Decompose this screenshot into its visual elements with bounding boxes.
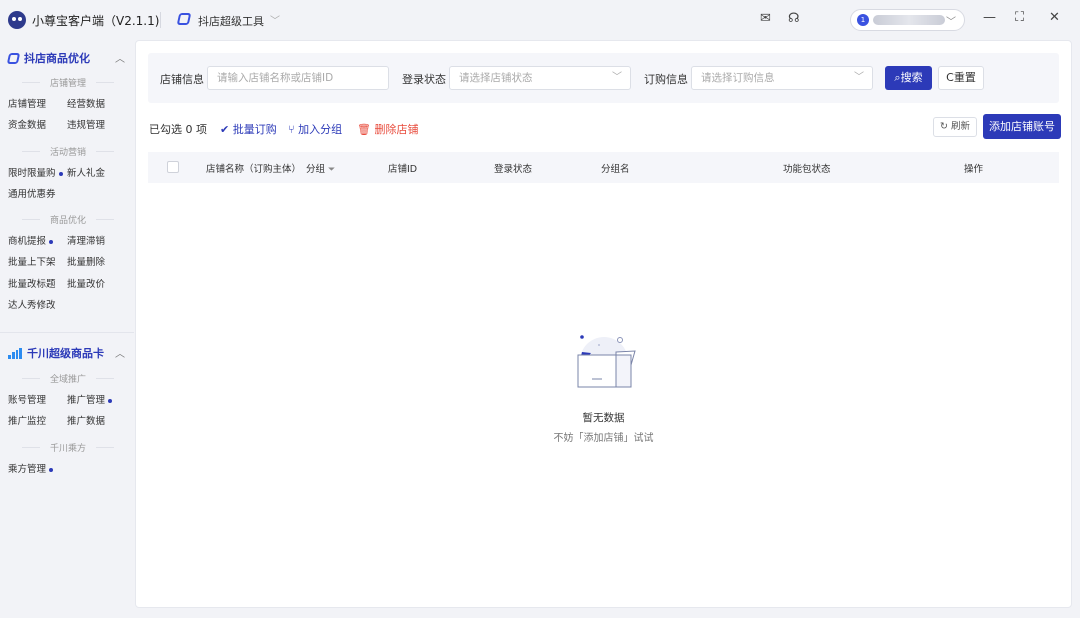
refresh-icon: ↻ [939, 121, 948, 132]
order-info-label: 订购信息 [644, 73, 688, 86]
new-dot [49, 467, 54, 472]
new-dot [58, 171, 63, 176]
nav-item-promo-data[interactable]: 推广数据 [67, 413, 105, 427]
empty-box-illustration [577, 335, 636, 388]
app-title: 小尊宝客户端（V2.1.1) [32, 14, 160, 28]
delete-shop-button[interactable]: 🗑 删除店铺 [357, 121, 418, 137]
chevron-down-icon[interactable]: ﹀ [270, 12, 280, 27]
section-title: 千川超级商品卡 [27, 347, 104, 360]
nav-item-bulk-title[interactable]: 批量改标题 [8, 276, 56, 290]
nav-item-violation[interactable]: 违规管理 [67, 117, 105, 131]
reset-button[interactable]: C重置 [938, 66, 984, 90]
empty-state-title: 暂无数据 [582, 412, 625, 424]
divider [160, 12, 161, 28]
nav-item-bulk-delete[interactable]: 批量删除 [67, 254, 105, 268]
trash-icon: 🗑 [357, 123, 371, 136]
reset-icon: C [946, 71, 954, 84]
new-dot [49, 239, 54, 244]
bar-chart-icon [8, 347, 22, 359]
nav-item-promo-manage[interactable]: 推广管理 [67, 392, 113, 406]
selected-count: 已勾选 0 项 [149, 123, 207, 136]
user-menu[interactable]: 1 ﹀ [850, 9, 965, 31]
nav-item-chengfang-manage[interactable]: 乘方管理 [8, 461, 54, 475]
headset-icon[interactable]: ☊ [788, 11, 800, 26]
nav-item-bulk-price[interactable]: 批量改价 [67, 276, 105, 290]
mail-icon[interactable]: ✉ [760, 11, 771, 26]
nav-item-clear-slow[interactable]: 清理滞销 [67, 233, 105, 247]
section-title: 抖店商品优化 [24, 52, 90, 65]
column-package-status: 功能包状态 [783, 164, 831, 175]
chevron-up-icon[interactable]: ︿ [115, 50, 125, 65]
chevron-down-icon: ﹀ [854, 72, 864, 83]
nav-item-talent-show[interactable]: 达人秀修改 [8, 297, 56, 311]
tool-selector[interactable]: 抖店超级工具 [198, 13, 264, 29]
group-label: 店铺管理 [22, 76, 114, 89]
maximize-button[interactable]: ⛶ [1015, 10, 1024, 25]
nav-item-newcomer-gift[interactable]: 新人礼金 [67, 165, 105, 179]
main-panel: 店铺信息 请输入店铺名称或店铺ID 登录状态 请选择店铺状态 ﹀ 订购信息 请选… [135, 40, 1072, 608]
add-shop-account-button[interactable]: 添加店铺账号 [983, 114, 1061, 139]
chevron-up-icon[interactable]: ︿ [115, 345, 125, 360]
group-label: 千川乘方 [22, 441, 114, 454]
select-placeholder: 请选择店铺状态 [459, 72, 533, 84]
shop-info-label: 店铺信息 [160, 73, 204, 86]
nav-item-shop-manage[interactable]: 店铺管理 [8, 96, 46, 110]
divider [0, 332, 134, 333]
column-actions: 操作 [964, 164, 984, 175]
nav-item-flash-sale[interactable]: 限时限量购 [8, 165, 63, 179]
new-dot [108, 398, 113, 403]
minimize-button[interactable]: — [983, 10, 996, 25]
table-header: 店铺名称（订购主体） 分组 ⏷ 店铺ID 登录状态 分组名 功能包状态 操作 [148, 152, 1059, 183]
empty-state-subtitle: 不妨「添加店铺」试试 [553, 433, 654, 444]
tool-icon [176, 13, 192, 25]
group-label: 全域推广 [22, 372, 114, 385]
group-label: 活动营销 [22, 145, 114, 158]
section-doudian-optimize[interactable]: 抖店商品优化 [6, 50, 90, 66]
check-icon: ✔ [220, 123, 230, 136]
filter-bar: 店铺信息 请输入店铺名称或店铺ID 登录状态 请选择店铺状态 ﹀ 订购信息 请选… [148, 53, 1059, 103]
nav-item-fund-data[interactable]: 资金数据 [8, 117, 46, 131]
search-button[interactable]: ⌕搜索 [885, 66, 932, 90]
login-status-select[interactable]: 请选择店铺状态 ﹀ [449, 66, 631, 90]
column-group[interactable]: 分组 ⏷ [306, 161, 335, 175]
nav-item-coupon[interactable]: 通用优惠券 [8, 186, 56, 200]
title-bar: 小尊宝客户端（V2.1.1) 抖店超级工具 ﹀ ✉ ☊ 1 ﹀ — ⛶ ✕ [0, 0, 1080, 40]
chevron-down-icon: ﹀ [946, 17, 956, 28]
shop-search-input[interactable]: 请输入店铺名称或店铺ID [207, 66, 389, 90]
avatar: 1 [857, 14, 869, 26]
column-group-name: 分组名 [601, 164, 630, 175]
branch-icon: ⑂ [288, 123, 295, 136]
section-qianchuan-card[interactable]: 千川超级商品卡 [8, 345, 104, 361]
bulk-order-button[interactable]: ✔ 批量订购 [220, 121, 277, 137]
select-all-checkbox[interactable] [167, 161, 179, 173]
sidebar: 抖店商品优化 ︿ 店铺管理 店铺管理 经营数据 资金数据 违规管理 活动营销 限… [0, 40, 134, 618]
user-name-blurred [873, 15, 945, 25]
nav-item-account-manage[interactable]: 账号管理 [8, 392, 46, 406]
close-button[interactable]: ✕ [1049, 10, 1060, 25]
app-logo [8, 11, 26, 29]
chevron-down-icon: ﹀ [612, 72, 622, 83]
column-shop-name: 店铺名称（订购主体） [206, 164, 302, 175]
order-info-select[interactable]: 请选择订购信息 ﹀ [691, 66, 873, 90]
tool-icon [6, 52, 21, 64]
column-login-status: 登录状态 [494, 164, 533, 175]
column-shop-id: 店铺ID [388, 164, 418, 175]
group-label: 商品优化 [22, 213, 114, 226]
select-placeholder: 请选择订购信息 [701, 72, 775, 84]
nav-item-bulk-listing[interactable]: 批量上下架 [8, 254, 56, 268]
add-group-button[interactable]: ⑂ 加入分组 [288, 121, 342, 137]
refresh-button[interactable]: ↻ 刷新 [933, 117, 977, 137]
nav-item-business-data[interactable]: 经营数据 [67, 96, 105, 110]
nav-item-opportunity[interactable]: 商机提报 [8, 233, 54, 247]
login-status-label: 登录状态 [402, 73, 446, 86]
nav-item-promo-monitor[interactable]: 推广监控 [8, 413, 46, 427]
filter-icon[interactable]: ⏷ [328, 165, 335, 175]
